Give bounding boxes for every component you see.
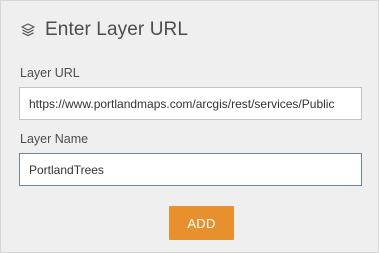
panel-header: Enter Layer URL — [20, 19, 188, 41]
panel-title: Enter Layer URL — [45, 19, 189, 40]
add-button[interactable]: ADD — [169, 206, 234, 240]
layer-url-input[interactable] — [19, 87, 362, 120]
layer-name-label: Layer Name — [20, 132, 89, 146]
enter-layer-url-panel: Enter Layer URL Layer URL Layer Name ADD — [0, 0, 379, 253]
layer-name-input[interactable] — [19, 153, 362, 186]
layer-url-label: Layer URL — [20, 66, 80, 80]
layers-icon — [20, 22, 36, 38]
